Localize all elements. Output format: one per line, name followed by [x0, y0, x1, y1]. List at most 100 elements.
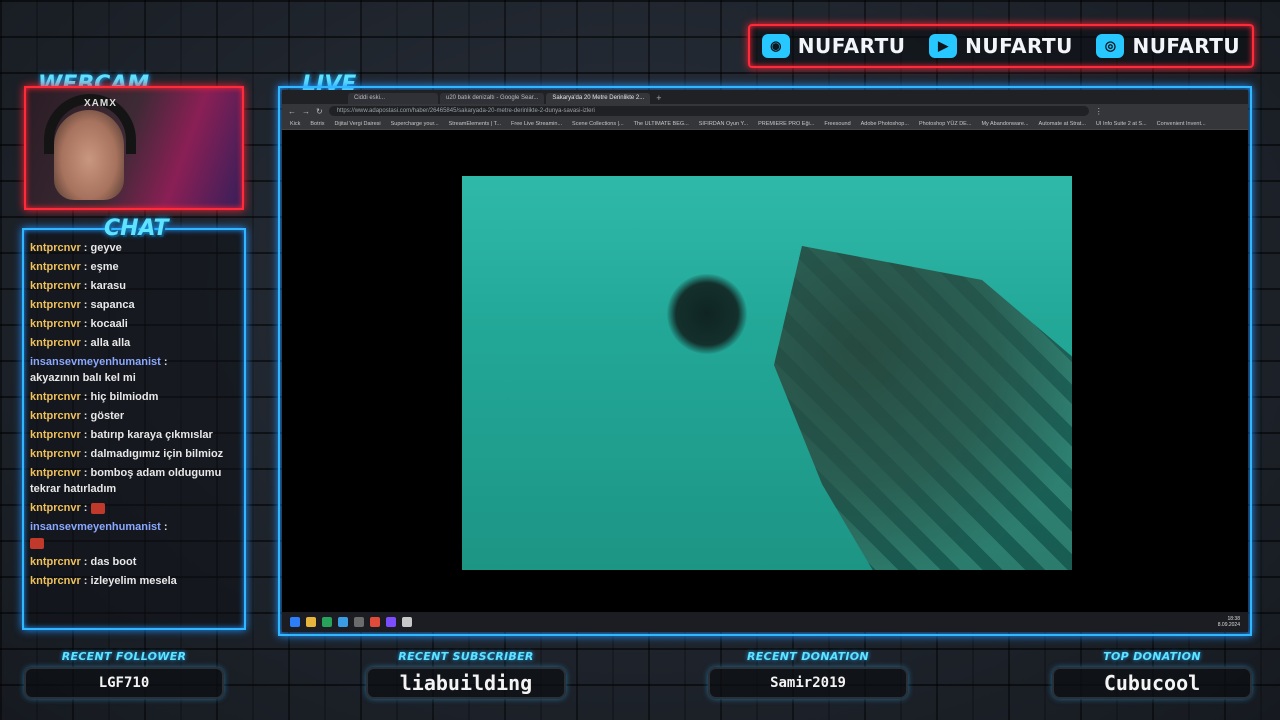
chat-username[interactable]: kntprcnvr [30, 391, 81, 403]
bookmark-item[interactable]: Dijital Vergi Dairesi [334, 121, 380, 127]
bookmark-item[interactable]: Free Live Streamin... [511, 121, 562, 127]
chat-separator: : [80, 429, 91, 441]
youtube-icon: ▶ [929, 34, 958, 58]
chat-text: göster [90, 410, 125, 422]
chat-text: alla alla [90, 337, 131, 349]
chat-username[interactable]: kntprcnvr [30, 467, 81, 479]
chat-emote-icon [90, 502, 105, 514]
forward-arrow-icon[interactable]: → [302, 107, 310, 116]
chat-separator: : [80, 448, 91, 460]
chat-message: kntprcnvr : dalmadıgımız için bilmioz [30, 446, 238, 462]
settings-icon[interactable] [354, 617, 364, 627]
chat-username[interactable]: kntprcnvr [30, 242, 81, 254]
chat-username[interactable]: kntprcnvr [30, 299, 81, 311]
stat-box: LGF710 [24, 667, 224, 699]
bookmark-item[interactable]: Convenient Invent... [1157, 121, 1206, 127]
extensions-icon[interactable]: ⋮ [1095, 107, 1103, 116]
chat-panel: kntprcnvr : geyve kntprcnvr : eşme kntprcn… [22, 228, 246, 630]
back-arrow-icon[interactable]: ← [288, 107, 296, 116]
chat-username[interactable]: kntprcnvr [30, 575, 81, 587]
live-screen-frame: Ciddi eski... u20 batık denizaltı - Googl… [278, 86, 1252, 636]
bookmark-item[interactable]: My Abandonware... [981, 121, 1028, 127]
chat-message: kntprcnvr : batırıp karaya çıkmıslar [30, 427, 238, 443]
file-explorer-icon[interactable] [306, 617, 316, 627]
browser-tab[interactable]: Sakarya'da 20 Metre Derinlikte 2... [546, 93, 651, 104]
chat-message: kntprcnvr : geyve [30, 240, 238, 256]
bookmark-item[interactable]: PREMIERE PRO Eği... [758, 121, 814, 127]
store-icon[interactable] [338, 617, 348, 627]
bookmark-item[interactable]: Adobe Photoshop... [861, 121, 909, 127]
stat-value: Cubucool [1103, 671, 1201, 695]
chrome-icon[interactable] [370, 617, 380, 627]
url-field[interactable]: https://www.adapostasi.com/haber/2646584… [328, 106, 1089, 116]
obs-icon[interactable] [402, 617, 412, 627]
chat-username[interactable]: kntprcnvr [30, 318, 81, 330]
top-donation-widget: TOP DONATION Cubucool [1052, 650, 1252, 699]
recent-subscriber-widget: RECENT SUBSCRIBER liabuilding [366, 650, 566, 699]
discord-taskbar-icon[interactable] [386, 617, 396, 627]
headset-brand: XAMX [84, 98, 117, 109]
chat-separator: : [80, 318, 91, 330]
social-discord[interactable]: ◉ NUFARTU [761, 34, 906, 58]
clock-date: 8.09.2024 [1217, 622, 1240, 628]
start-icon[interactable] [290, 617, 300, 627]
chat-separator: : [80, 391, 91, 403]
chat-username[interactable]: kntprcnvr [30, 556, 81, 568]
browser-tab[interactable]: u20 batık denizaltı - Google Sear... [440, 93, 545, 104]
chat-heading: CHAT [104, 216, 169, 241]
chat-separator: : [80, 575, 91, 587]
instagram-icon: ◎ [1096, 34, 1125, 58]
chat-message: kntprcnvr : karasu [30, 278, 238, 294]
chat-message: insansevmeyenhumanist : akyazının balı k… [30, 354, 238, 386]
shipwreck [774, 246, 1072, 570]
chat-username[interactable]: kntprcnvr [30, 502, 81, 514]
chat-separator: : [80, 242, 91, 254]
webcam-feed: XAMX [24, 86, 244, 210]
bookmark-item[interactable]: SIFIRDAN Oyun Y... [699, 121, 748, 127]
chat-username[interactable]: insansevmeyenhumanist [30, 356, 161, 368]
bookmark-item[interactable]: Photoshop YÜZ DE... [919, 121, 971, 127]
bookmark-item[interactable]: Supercharge your... [391, 121, 439, 127]
chat-text: izleyelim mesela [90, 575, 177, 587]
chat-username[interactable]: kntprcnvr [30, 337, 81, 349]
reload-icon[interactable]: ↻ [316, 107, 323, 116]
chat-message: kntprcnvr : eşme [30, 259, 238, 275]
system-clock[interactable]: 18:38 8.09.2024 [1218, 616, 1240, 628]
chat-username[interactable]: kntprcnvr [30, 448, 81, 460]
social-instagram[interactable]: ◎ NUFARTU [1096, 34, 1240, 58]
browser-tab[interactable]: Ciddi eski... [348, 93, 438, 104]
chat-text: hiç bilmiodm [90, 391, 159, 403]
bookmark-item[interactable]: UI Info Suite 2 at S... [1096, 121, 1147, 127]
chat-text: eşme [90, 261, 119, 273]
chat-username[interactable]: kntprcnvr [30, 410, 81, 422]
chat-username[interactable]: kntprcnvr [30, 280, 81, 292]
bookmark-item[interactable]: StreamElements | T... [449, 121, 501, 127]
underwater-wreck-image [462, 176, 1072, 570]
social-label: NUFARTU [797, 34, 906, 58]
discord-icon: ◉ [761, 34, 790, 58]
stat-title: TOP DONATION [1103, 650, 1201, 663]
chat-message: kntprcnvr : bomboş adam oldugumu tekrar … [30, 465, 238, 497]
scuba-diver [667, 274, 747, 354]
chat-username[interactable]: kntprcnvr [30, 429, 81, 441]
bookmark-item[interactable]: Freesound [824, 121, 850, 127]
stat-title: RECENT FOLLOWER [61, 650, 187, 663]
chat-username[interactable]: insansevmeyenhumanist [30, 521, 161, 533]
bookmark-item[interactable]: Botrix [310, 121, 324, 127]
edge-icon[interactable] [322, 617, 332, 627]
stat-title: RECENT SUBSCRIBER [398, 650, 534, 663]
chat-separator: : [80, 280, 91, 292]
stat-value: liabuilding [399, 671, 533, 695]
bookmark-item[interactable]: Automate at Strat... [1039, 121, 1086, 127]
new-tab-button[interactable]: + [652, 93, 665, 104]
social-label: NUFARTU [965, 34, 1073, 58]
bookmark-item[interactable]: Kick [290, 121, 300, 127]
page-viewport [282, 130, 1248, 612]
bookmark-item[interactable]: The ULTIMATE BEG... [634, 121, 689, 127]
chat-text: dalmadıgımız için bilmioz [90, 448, 224, 460]
chat-message: kntprcnvr : kocaali [30, 316, 238, 332]
bookmark-item[interactable]: Scene Collections |... [572, 121, 624, 127]
social-youtube[interactable]: ▶ NUFARTU [929, 34, 1073, 58]
stat-value: Samir2019 [770, 675, 846, 691]
chat-username[interactable]: kntprcnvr [30, 261, 81, 273]
